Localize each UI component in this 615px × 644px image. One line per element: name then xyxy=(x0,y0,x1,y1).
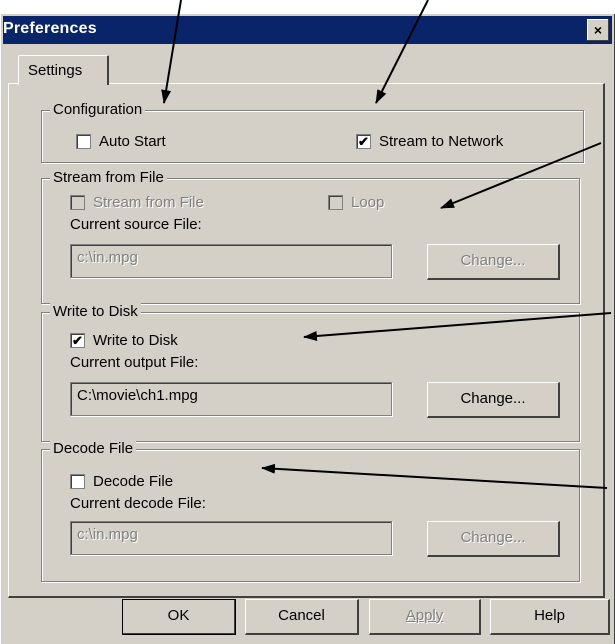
preferences-dialog: Preferences × Settings Configuration Aut… xyxy=(0,13,615,644)
auto-start-checkbox[interactable]: Auto Start xyxy=(76,133,166,150)
apply-label: Apply xyxy=(405,607,444,624)
tab-settings[interactable]: Settings xyxy=(18,55,109,85)
configuration-group: Configuration Auto Start ✔ Stream to Net… xyxy=(41,100,584,163)
stream-from-file-check-box[interactable] xyxy=(70,195,85,210)
decode-file-label: Decode File xyxy=(93,473,174,490)
settings-panel: Configuration Auto Start ✔ Stream to Net… xyxy=(8,83,605,598)
write-to-disk-legend: Write to Disk xyxy=(50,302,141,322)
ok-button[interactable]: OK xyxy=(122,599,236,635)
current-source-file-label: Current source File: xyxy=(70,216,202,233)
stream-from-file-group: Stream from File Stream from File Loop C… xyxy=(41,168,580,304)
stream-to-network-check-box[interactable]: ✔ xyxy=(356,134,371,149)
decode-file-checkbox[interactable]: Decode File xyxy=(70,473,173,490)
stream-from-file-label: Stream from File xyxy=(93,194,204,211)
stream-to-network-checkbox[interactable]: ✔ Stream to Network xyxy=(356,133,503,150)
source-change-button[interactable]: Change... xyxy=(427,244,560,280)
stream-from-file-checkbox[interactable]: Stream from File xyxy=(70,194,204,211)
cancel-button[interactable]: Cancel xyxy=(245,599,359,635)
decode-change-button[interactable]: Change... xyxy=(427,521,560,557)
stream-to-network-label: Stream to Network xyxy=(379,133,504,150)
title-bar[interactable]: Preferences × xyxy=(3,16,612,44)
write-to-disk-label: Write to Disk xyxy=(93,332,178,349)
close-button[interactable]: × xyxy=(587,19,609,41)
output-change-button[interactable]: Change... xyxy=(427,382,560,418)
current-output-file-label: Current output File: xyxy=(70,354,199,371)
current-decode-file-label: Current decode File: xyxy=(70,495,206,512)
auto-start-check-box[interactable] xyxy=(76,134,91,149)
write-to-disk-checkbox[interactable]: ✔ Write to Disk xyxy=(70,332,178,349)
stream-from-file-legend: Stream from File xyxy=(50,168,167,188)
loop-check-box[interactable] xyxy=(328,195,343,210)
decode-file-legend: Decode File xyxy=(50,439,137,459)
decode-file-group: Decode File Decode File Current decode F… xyxy=(41,439,580,582)
output-file-field[interactable]: C:\movie\ch1.mpg xyxy=(70,382,392,416)
tab-settings-label: Settings xyxy=(28,62,83,79)
decode-file-check-box[interactable] xyxy=(70,474,85,489)
write-to-disk-group: Write to Disk ✔ Write to Disk Current ou… xyxy=(41,302,580,442)
loop-label: Loop xyxy=(351,194,385,211)
help-button[interactable]: Help xyxy=(490,599,610,635)
loop-checkbox[interactable]: Loop xyxy=(328,194,384,211)
configuration-legend: Configuration xyxy=(50,100,146,120)
decode-file-field[interactable]: c:\in.mpg xyxy=(70,521,392,555)
window-title: Preferences xyxy=(3,20,97,37)
source-file-field[interactable]: c:\in.mpg xyxy=(70,244,392,278)
auto-start-label: Auto Start xyxy=(99,133,166,150)
apply-button[interactable]: Apply xyxy=(369,599,481,635)
write-to-disk-check-box[interactable]: ✔ xyxy=(70,333,85,348)
